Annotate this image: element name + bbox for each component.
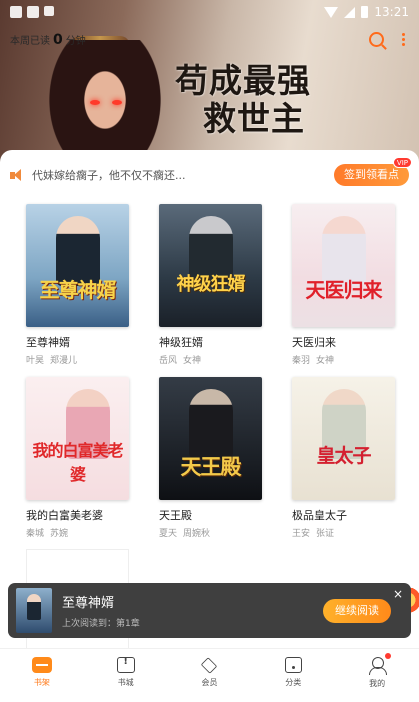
tab-label: 分类: [285, 678, 302, 687]
tab-bookshelf[interactable]: 书架: [0, 649, 84, 702]
book-tag: 郑漫儿: [50, 356, 78, 366]
book-item[interactable]: 皇太子 极品皇太子 王安 张证: [292, 377, 395, 539]
bookshelf-icon: [31, 657, 52, 673]
category-icon: [284, 657, 302, 673]
book-author: 叶昊: [26, 356, 45, 366]
book-author: 夏天: [159, 529, 178, 539]
book-cover[interactable]: 天医归来: [292, 204, 395, 327]
notification-icon: [44, 6, 54, 16]
book-author: 岳风: [159, 356, 178, 366]
cover-title: 皇太子: [316, 445, 371, 467]
read-minutes: 0: [53, 32, 63, 48]
book-author: 秦羽: [292, 356, 311, 366]
hero-banner[interactable]: 苟成最强 救世主: [0, 0, 419, 165]
book-title: 天医归来: [292, 336, 336, 349]
book-title: 天王殿: [159, 509, 192, 522]
cover-title: 天王殿: [180, 454, 242, 479]
continue-reading-button[interactable]: 继续阅读: [323, 598, 391, 623]
tab-bookstore[interactable]: 书城: [84, 649, 168, 702]
book-meta: 岳风 女神: [159, 353, 262, 366]
book-item[interactable]: 神级狂婿 神级狂婿 岳风 女神: [159, 204, 262, 366]
tab-label: 书架: [33, 678, 50, 687]
book-author: 秦城: [26, 529, 45, 539]
weekly-reading-time: 本周已读 0 分钟: [10, 32, 86, 48]
book-author: 王安: [292, 529, 311, 539]
book-meta: 王安 张证: [292, 526, 395, 539]
notice-text[interactable]: 代妹嫁给瘸子，他不仅不瘸还...: [32, 167, 334, 183]
notification-icons: [10, 6, 54, 18]
cover-illustration: [189, 389, 233, 459]
profile-icon: [368, 657, 388, 675]
cover-title: 我的白富美老婆: [32, 441, 123, 484]
more-vertical-icon[interactable]: [402, 33, 405, 46]
speaker-icon: [10, 168, 25, 182]
battery-icon: [361, 6, 369, 18]
book-item[interactable]: 至尊神婿 至尊神婿 叶昊 郑漫儿: [26, 204, 129, 366]
banner-character-eye: [112, 100, 122, 105]
banner-character-illustration: [40, 40, 170, 165]
book-tag: 张证: [316, 529, 335, 539]
book-cover[interactable]: 皇太子: [292, 377, 395, 500]
status-time: 13:21: [374, 5, 409, 19]
book-meta: 秦羽 女神: [292, 353, 395, 366]
book-title: 极品皇太子: [292, 509, 347, 522]
checkin-label: 签到领看点: [344, 168, 399, 181]
vip-diamond-icon: [200, 657, 218, 673]
banner-title-line1: 苟成最强: [175, 61, 311, 100]
bottom-tab-bar: 书架 书城 会员 分类 我的: [0, 648, 419, 702]
tab-label: 书城: [117, 678, 134, 687]
tab-category[interactable]: 分类: [251, 649, 335, 702]
tab-profile[interactable]: 我的: [335, 649, 419, 702]
status-bar: 13:21: [0, 0, 419, 24]
book-item[interactable]: 我的白富美老婆 我的白富美老婆 秦城 苏婉: [26, 377, 129, 539]
notification-icon: [27, 6, 39, 18]
tab-vip[interactable]: 会员: [168, 649, 252, 702]
cover-title: 神级狂婿: [176, 274, 246, 295]
tab-label: 会员: [201, 678, 218, 687]
wifi-icon: [324, 6, 339, 18]
bookstore-icon: [116, 656, 135, 673]
book-item[interactable]: 天王殿 天王殿 夏天 周婉秋: [159, 377, 262, 539]
recent-book-progress: 上次阅读到：第1章: [62, 619, 140, 629]
read-prefix: 本周已读: [10, 36, 50, 47]
header-actions: [369, 32, 405, 47]
book-meta: 秦城 苏婉: [26, 526, 129, 539]
banner-character-eye: [90, 100, 100, 105]
book-title: 我的白富美老婆: [26, 509, 103, 522]
search-icon[interactable]: [369, 32, 384, 47]
continue-reading-popup[interactable]: 至尊神婿 上次阅读到：第1章 继续阅读 ×: [8, 583, 411, 638]
notification-icon: [10, 6, 22, 18]
book-title: 神级狂婿: [159, 336, 203, 349]
book-cover[interactable]: 神级狂婿: [159, 204, 262, 327]
recent-book-thumbnail[interactable]: [16, 588, 52, 633]
book-tag: 苏婉: [50, 529, 69, 539]
close-icon[interactable]: ×: [393, 588, 403, 600]
signal-icon: [344, 6, 356, 18]
banner-title-line2: 救世主: [203, 99, 305, 138]
book-meta: 夏天 周婉秋: [159, 526, 262, 539]
book-tag: 周婉秋: [183, 529, 211, 539]
notification-dot: [385, 653, 392, 659]
read-suffix: 分钟: [65, 36, 86, 47]
checkin-button[interactable]: 签到领看点 VIP: [334, 157, 412, 186]
notice-bar[interactable]: 代妹嫁给瘸子，他不仅不瘸还... 签到领看点 VIP: [0, 150, 419, 200]
book-item[interactable]: 天医归来 天医归来 秦羽 女神: [292, 204, 395, 366]
cover-title: 至尊神婿: [39, 278, 117, 302]
book-meta: 叶昊 郑漫儿: [26, 353, 129, 366]
banner-title: 苟成最强 救世主: [175, 62, 311, 138]
book-cover[interactable]: 至尊神婿: [26, 204, 129, 327]
checkin-badge: VIP: [392, 157, 412, 168]
book-title: 至尊神婿: [26, 336, 70, 349]
book-cover[interactable]: 天王殿: [159, 377, 262, 500]
tab-label: 我的: [369, 679, 386, 688]
book-tag: 女神: [316, 356, 335, 366]
cover-title: 天医归来: [305, 278, 383, 302]
recent-book-info: 至尊神婿 上次阅读到：第1章: [62, 592, 323, 629]
book-tag: 女神: [183, 356, 202, 366]
book-cover[interactable]: 我的白富美老婆: [26, 377, 129, 500]
recent-book-title: 至尊神婿: [62, 596, 115, 611]
